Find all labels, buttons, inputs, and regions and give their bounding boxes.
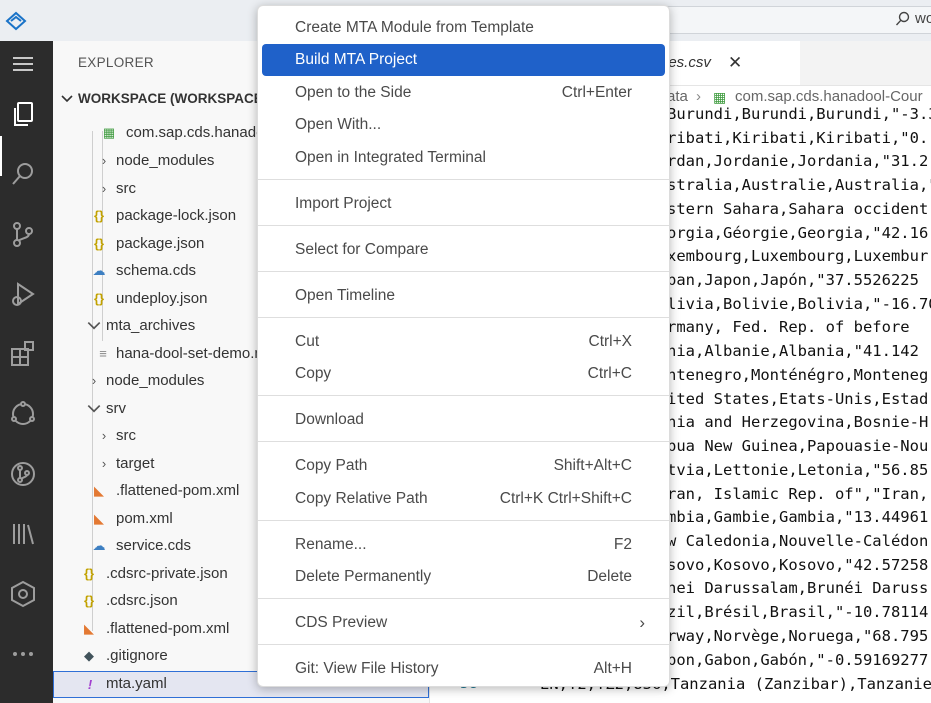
menu-item-git-view-history[interactable]: Git: View File History Alt+H — [262, 653, 665, 685]
xml-rss-icon: ◣ — [94, 511, 104, 526]
menu-separator — [258, 441, 669, 442]
package-icon[interactable] — [8, 579, 38, 609]
code-line: rway,Norvège,Noruega,"68.795 — [667, 627, 929, 645]
json-file-icon: {} — [93, 291, 105, 306]
menu-item-copy[interactable]: Copy Ctrl+C — [262, 358, 665, 390]
file-lines-icon: ≡ — [99, 346, 107, 361]
csv-file-icon: ▦ — [102, 125, 116, 140]
extensions-icon[interactable] — [8, 339, 38, 369]
active-indicator — [0, 136, 2, 176]
chevron-right-icon: › — [101, 181, 107, 196]
chevron-down-icon — [87, 321, 101, 330]
chevron-right-icon: › — [101, 153, 107, 168]
json-file-icon: {} — [83, 566, 95, 581]
code-line: nia,Albanie,Albania,"41.142 — [667, 342, 919, 360]
chevron-right-icon: › — [639, 613, 645, 632]
code-line: xembourg,Luxembourg,Luxembur — [667, 247, 929, 265]
code-line: bon,Gabon,Gabón,"-0.59169277 — [667, 651, 929, 669]
cds-file-icon: ☁ — [92, 538, 106, 553]
code-line: livia,Bolivie,Bolivia,"-16.70 — [667, 295, 931, 313]
breadcrumb-folder[interactable]: ata — [667, 88, 688, 105]
code-line: zil,Brésil,Brasil,"-10.78114 — [667, 603, 929, 621]
command-search-text: wo — [915, 10, 931, 27]
run-debug-icon[interactable] — [8, 279, 38, 309]
tab-countries-csv[interactable]: ries.csv ✕ — [660, 41, 800, 85]
menu-separator — [258, 271, 669, 272]
menu-item-build-mta-project[interactable]: Build MTA Project — [262, 44, 665, 76]
chevron-right-icon: › — [696, 88, 701, 105]
menu-separator — [258, 225, 669, 226]
menu-separator — [258, 179, 669, 180]
git-diamond-icon: ◆ — [84, 648, 94, 663]
activity-bar — [0, 41, 53, 703]
code-line: ntenegro,Monténégro,Monteneg — [667, 366, 929, 384]
xml-rss-icon: ◣ — [94, 483, 104, 498]
menu-item-cut[interactable]: Cut Ctrl+X — [262, 326, 665, 358]
code-line: pan,Japon,Japón,"37.5526225 — [667, 271, 919, 289]
menu-separator — [258, 598, 669, 599]
code-line: ited States,Etats-Unis,Estad — [667, 390, 929, 408]
menu-separator — [258, 520, 669, 521]
cloud-icon[interactable] — [8, 399, 38, 429]
explorer-icon[interactable] — [8, 99, 38, 129]
menu-item-copy-relative-path[interactable]: Copy Relative Path Ctrl+K Ctrl+Shift+C — [262, 483, 665, 515]
workspace-title: WORKSPACE (WORKSPACE) — [78, 91, 268, 106]
search-icon[interactable] — [8, 159, 38, 189]
source-control-icon[interactable] — [8, 219, 38, 249]
context-menu: Create MTA Module from Template Build MT… — [257, 5, 670, 687]
code-line: rdan,Jordanie,Jordania,"31.2 — [667, 152, 929, 170]
search-icon — [895, 11, 910, 26]
menu-item-open-with[interactable]: Open With... — [262, 109, 665, 141]
code-line: w Caledonia,Nouvelle-Calédon — [667, 532, 929, 550]
menu-item-rename[interactable]: Rename... F2 — [262, 529, 665, 561]
menu-item-open-terminal[interactable]: Open in Integrated Terminal — [262, 142, 665, 174]
chevron-down-icon — [87, 404, 101, 413]
code-line: stralia,Australie,Australia," — [667, 176, 931, 194]
xml-rss-icon: ◣ — [84, 621, 94, 636]
code-line: stern Sahara,Sahara occident — [667, 200, 929, 218]
menu-item-create-mta-module[interactable]: Create MTA Module from Template — [262, 12, 665, 44]
code-line: nei Darussalam,Brunéi Daruss — [667, 579, 929, 597]
chevron-right-icon: › — [91, 373, 97, 388]
more-icon[interactable] — [8, 639, 38, 669]
chevron-down-icon — [61, 95, 73, 103]
chevron-right-icon: › — [101, 428, 107, 443]
menu-item-cds-preview[interactable]: CDS Preview › — [262, 607, 665, 639]
code-line: rmany, Fed. Rep. of before — [667, 318, 910, 336]
menu-separator — [258, 644, 669, 645]
code-line: ribati,Kiribati,Kiribati,"0. — [667, 129, 929, 147]
menu-item-import-project[interactable]: Import Project — [262, 188, 665, 220]
command-search-box[interactable]: wo — [640, 6, 931, 34]
code-line: nia and Herzegovina,Bosnie-H — [667, 413, 929, 431]
csv-file-icon: ▦ — [713, 89, 727, 105]
code-line: mbia,Gambie,Gambia,"13.44961 — [667, 508, 929, 526]
close-icon[interactable]: ✕ — [728, 53, 742, 73]
menu-item-copy-path[interactable]: Copy Path Shift+Alt+C — [262, 450, 665, 482]
json-file-icon: {} — [93, 236, 105, 251]
json-file-icon: {} — [93, 208, 105, 223]
yaml-file-icon: ! — [87, 677, 93, 692]
menu-item-open-to-side[interactable]: Open to the Side Ctrl+Enter — [262, 77, 665, 109]
menu-icon[interactable] — [8, 49, 38, 79]
library-icon[interactable] — [8, 519, 38, 549]
explorer-title: EXPLORER — [78, 55, 154, 70]
json-file-icon: {} — [83, 593, 95, 608]
code-line: Burundi,Burundi,Burundi,"-3.35 — [667, 105, 931, 123]
code-line: pua New Guinea,Papouasie-Nou — [667, 437, 929, 455]
breadcrumb-file[interactable]: com.sap.cds.hanadool-Cour — [735, 88, 923, 105]
menu-item-download[interactable]: Download — [262, 404, 665, 436]
code-line: sovo,Kosovo,Kosovo,"42.57258 — [667, 556, 929, 574]
menu-item-select-compare[interactable]: Select for Compare — [262, 234, 665, 266]
git-icon[interactable] — [8, 459, 38, 489]
code-line: ran, Islamic Rep. of","Iran, — [667, 485, 929, 503]
menu-separator — [258, 395, 669, 396]
app-logo-icon — [5, 11, 27, 31]
menu-item-delete-permanently[interactable]: Delete Permanently Delete — [262, 561, 665, 593]
code-line: orgia,Géorgie,Georgia,"42.16 — [667, 224, 929, 242]
menu-item-open-timeline[interactable]: Open Timeline — [262, 280, 665, 312]
chevron-right-icon: › — [101, 456, 107, 471]
menu-separator — [258, 317, 669, 318]
cds-file-icon: ☁ — [92, 263, 106, 278]
code-line: tvia,Lettonie,Letonia,"56.85 — [667, 461, 929, 479]
